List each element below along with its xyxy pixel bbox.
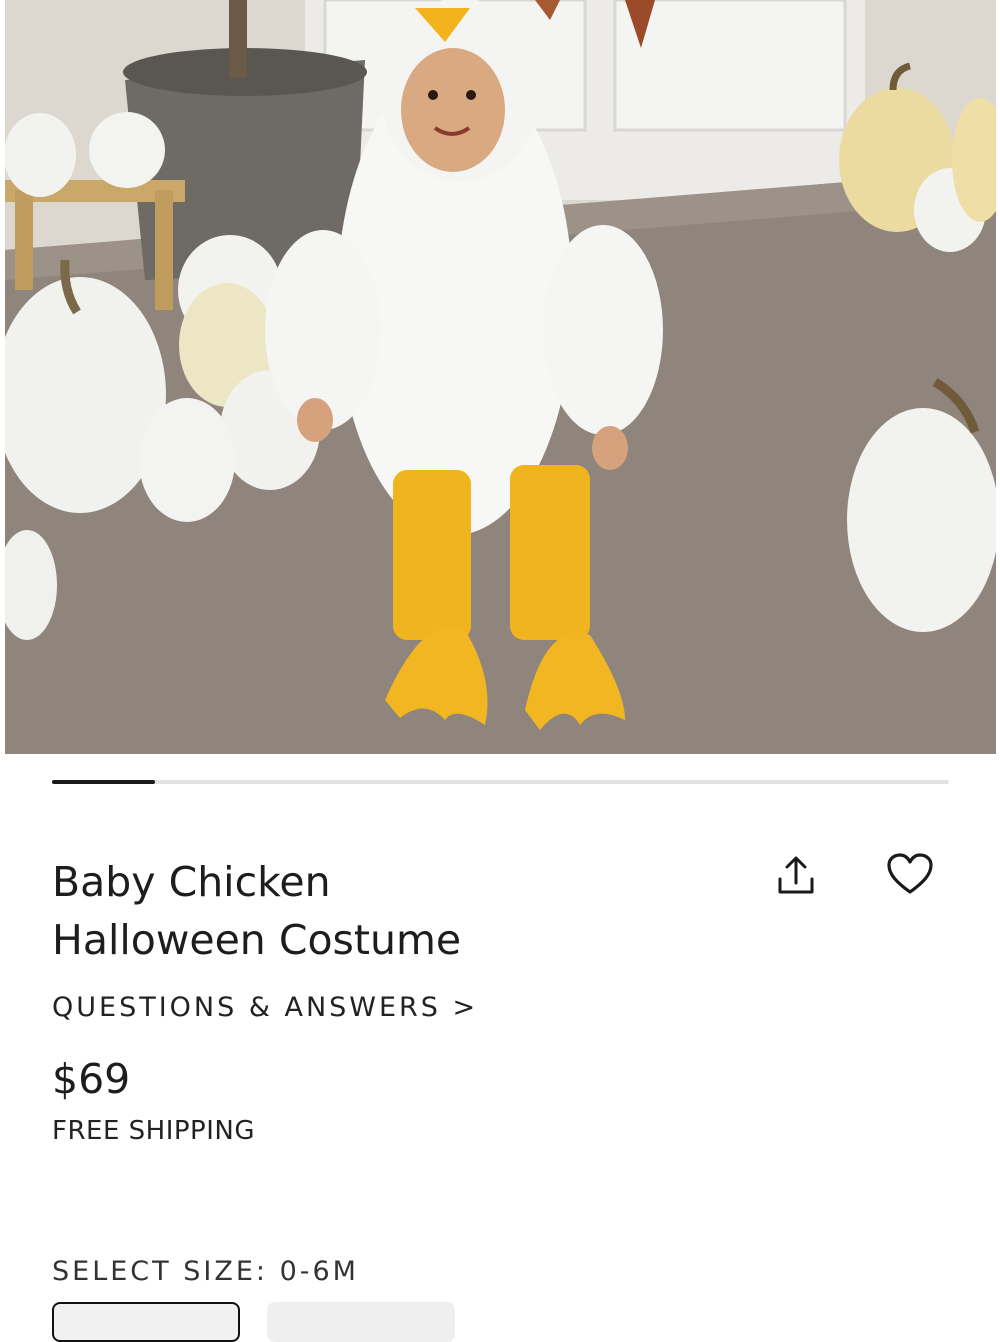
- carousel-progress-fill: [52, 780, 156, 784]
- size-option-selected[interactable]: [52, 1302, 240, 1342]
- product-title-line1: Baby Chicken: [52, 858, 331, 906]
- product-image[interactable]: [5, 0, 996, 754]
- shipping-note: FREE SHIPPING: [52, 1116, 255, 1146]
- product-price: $69: [52, 1055, 131, 1103]
- product-title: Baby Chicken Halloween Costume: [52, 853, 672, 969]
- carousel-progress: [52, 780, 949, 784]
- product-title-line2: Halloween Costume: [52, 916, 462, 964]
- share-icon: [778, 856, 814, 894]
- questions-answers-link[interactable]: QUESTIONS & ANSWERS >: [52, 992, 478, 1023]
- size-option[interactable]: [267, 1302, 455, 1342]
- heart-icon: [887, 853, 933, 894]
- product-photo-illustration: [5, 0, 996, 754]
- share-button[interactable]: [768, 848, 824, 904]
- wishlist-button[interactable]: [882, 846, 938, 902]
- select-size-label: SELECT SIZE: 0-6M: [52, 1256, 359, 1287]
